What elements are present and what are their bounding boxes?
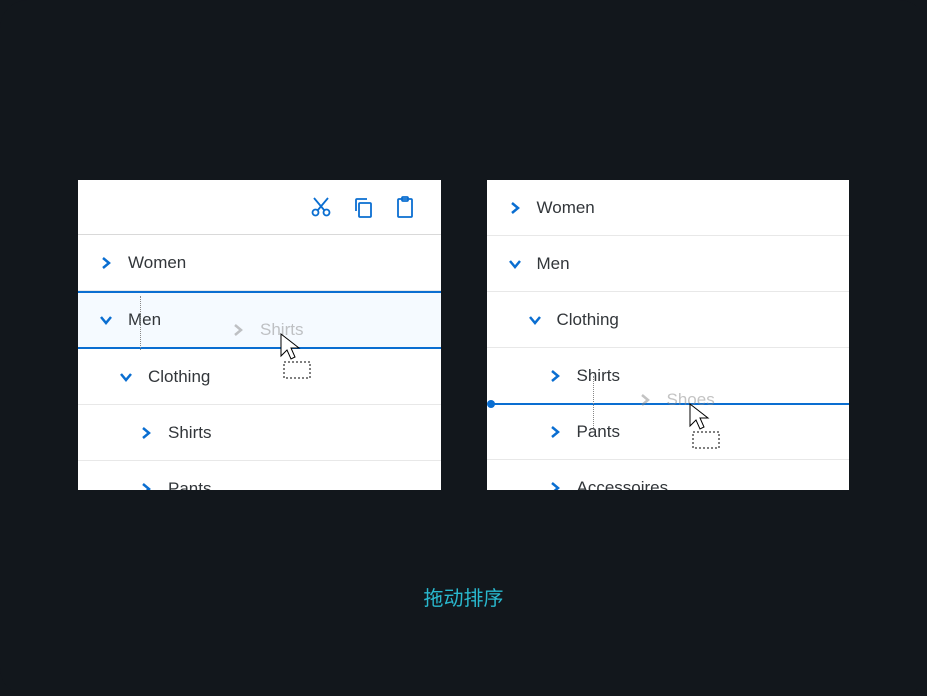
tree-item-men[interactable]: Men: [78, 291, 441, 349]
toolbar: [78, 180, 441, 235]
tree-item-accessoires[interactable]: Accessoires: [487, 460, 850, 490]
chevron-right-icon: [545, 422, 565, 442]
tree-item-clothing[interactable]: Clothing: [487, 292, 850, 348]
chevron-right-icon: [96, 253, 116, 273]
cut-icon[interactable]: [309, 195, 333, 219]
tree-item-label: Men: [128, 310, 161, 330]
figure-container: Women Men Clothing Shirts: [0, 0, 927, 696]
tree-item-label: Men: [537, 254, 570, 274]
drop-indent-guide: [593, 376, 594, 430]
tree-panel-left: Women Men Clothing Shirts: [78, 180, 441, 490]
tree-item-women[interactable]: Women: [487, 180, 850, 236]
chevron-down-icon: [116, 367, 136, 387]
chevron-down-icon: [505, 254, 525, 274]
chevron-right-icon: [545, 366, 565, 386]
tree-item-label: Pants: [577, 422, 620, 442]
tree-item-women[interactable]: Women: [78, 235, 441, 291]
tree-item-label: Clothing: [148, 367, 210, 387]
tree-item-men[interactable]: Men: [487, 236, 850, 292]
tree-item-label: Women: [537, 198, 595, 218]
tree-item-label: Pants: [168, 479, 211, 490]
tree-item-shirts[interactable]: Shirts: [487, 348, 850, 404]
drop-indicator: [491, 403, 850, 405]
tree-item-label: Shirts: [577, 366, 620, 386]
chevron-right-icon: [505, 198, 525, 218]
chevron-right-icon: [136, 479, 156, 490]
paste-icon[interactable]: [393, 195, 417, 219]
tree-item-label: Shirts: [168, 423, 211, 443]
figure-caption: 拖动排序: [0, 582, 927, 611]
tree-panel-right: Women Men Clothing Shirts: [487, 180, 850, 490]
tree-item-label: Accessoires: [577, 478, 669, 490]
chevron-right-icon: [136, 423, 156, 443]
chevron-down-icon: [525, 310, 545, 330]
chevron-down-icon: [96, 310, 116, 330]
tree-item-clothing[interactable]: Clothing: [78, 349, 441, 405]
tree-item-label: Women: [128, 253, 186, 273]
chevron-right-icon: [545, 478, 565, 490]
copy-icon[interactable]: [351, 195, 375, 219]
tree-item-pants[interactable]: Pants: [487, 404, 850, 460]
drop-indent-guide: [140, 296, 141, 350]
tree-item-shirts[interactable]: Shirts: [78, 405, 441, 461]
tree-item-label: Clothing: [557, 310, 619, 330]
panels-row: Women Men Clothing Shirts: [0, 0, 927, 490]
tree-item-pants[interactable]: Pants: [78, 461, 441, 490]
